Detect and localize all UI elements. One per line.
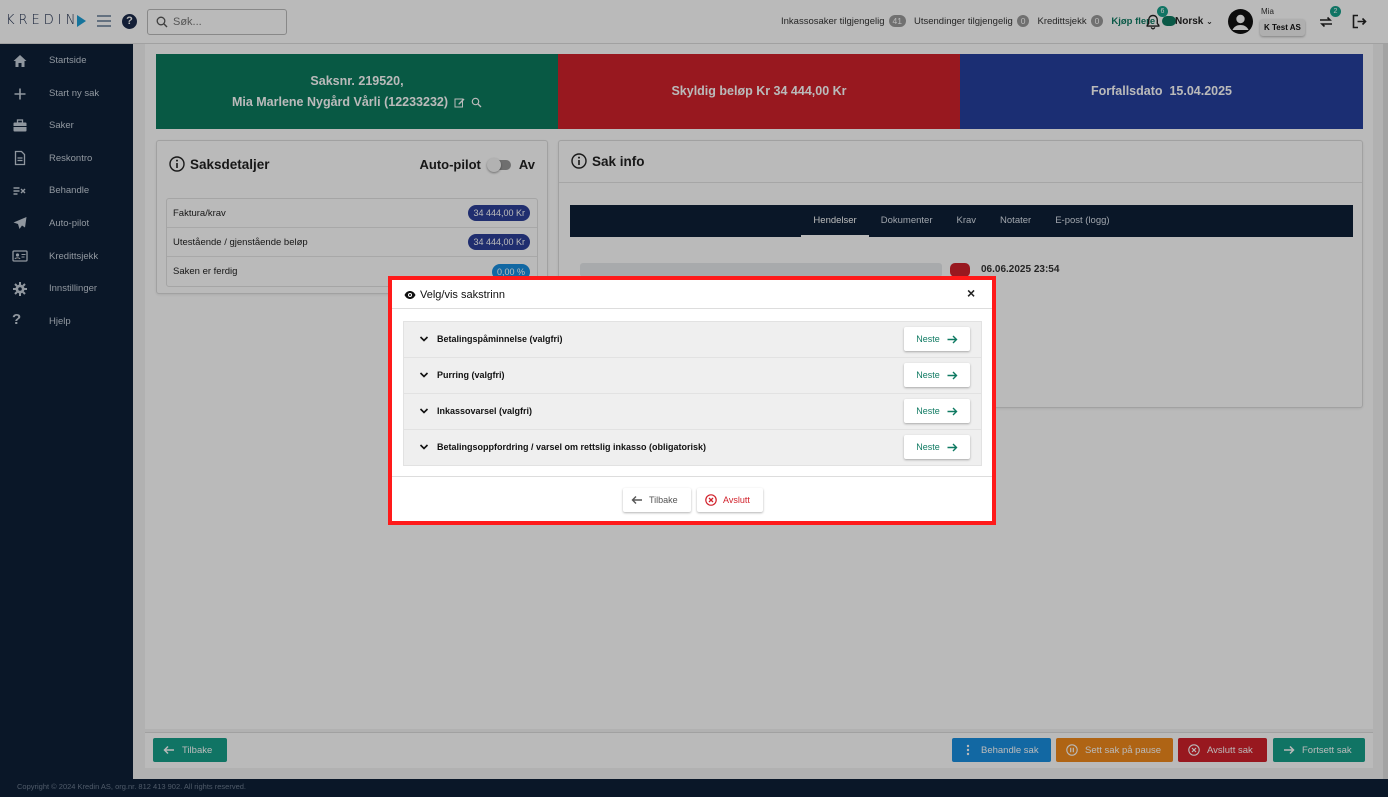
next-button[interactable]: Neste (904, 327, 970, 351)
list-item[interactable]: Betalingspåminnelse (valgfri) Neste (404, 322, 981, 358)
cancel-circle-icon (705, 494, 717, 506)
arrow-right-icon (947, 443, 958, 451)
modal-header: Velg/vis sakstrinn × (392, 280, 992, 309)
modal-title: Velg/vis sakstrinn (420, 289, 505, 301)
button-label: Neste (916, 370, 940, 380)
arrow-right-icon (947, 335, 958, 343)
arrow-left-icon (631, 496, 642, 504)
button-label: Neste (916, 406, 940, 416)
chevron-down-icon[interactable] (419, 370, 429, 380)
button-label: Neste (916, 442, 940, 452)
chevron-down-icon[interactable] (419, 442, 429, 452)
step-label: Inkassovarsel (valgfri) (437, 406, 533, 416)
list-item[interactable]: Purring (valgfri) Neste (404, 358, 981, 394)
button-label: Tilbake (649, 495, 678, 505)
next-button[interactable]: Neste (904, 399, 970, 423)
arrow-right-icon (947, 371, 958, 379)
list-item[interactable]: Inkassovarsel (valgfri) Neste (404, 394, 981, 430)
button-label: Avslutt (723, 495, 750, 505)
step-label: Betalingspåminnelse (valgfri) (437, 334, 563, 344)
sakstrinn-modal: Velg/vis sakstrinn × Betalingspåminnelse… (388, 276, 996, 525)
modal-back-button[interactable]: Tilbake (623, 488, 691, 512)
eye-icon (404, 291, 416, 299)
next-button[interactable]: Neste (904, 363, 970, 387)
close-icon[interactable]: × (967, 285, 975, 301)
next-button[interactable]: Neste (904, 435, 970, 459)
chevron-down-icon[interactable] (419, 406, 429, 416)
chevron-down-icon[interactable] (419, 334, 429, 344)
modal-cancel-button[interactable]: Avslutt (697, 488, 763, 512)
step-list: Betalingspåminnelse (valgfri) Neste Purr… (403, 321, 982, 466)
button-label: Neste (916, 334, 940, 344)
list-item[interactable]: Betalingsoppfordring / varsel om rettsli… (404, 430, 981, 465)
arrow-right-icon (947, 407, 958, 415)
step-label: Betalingsoppfordring / varsel om rettsli… (437, 442, 707, 452)
divider (392, 476, 992, 477)
step-label: Purring (valgfri) (437, 370, 505, 380)
